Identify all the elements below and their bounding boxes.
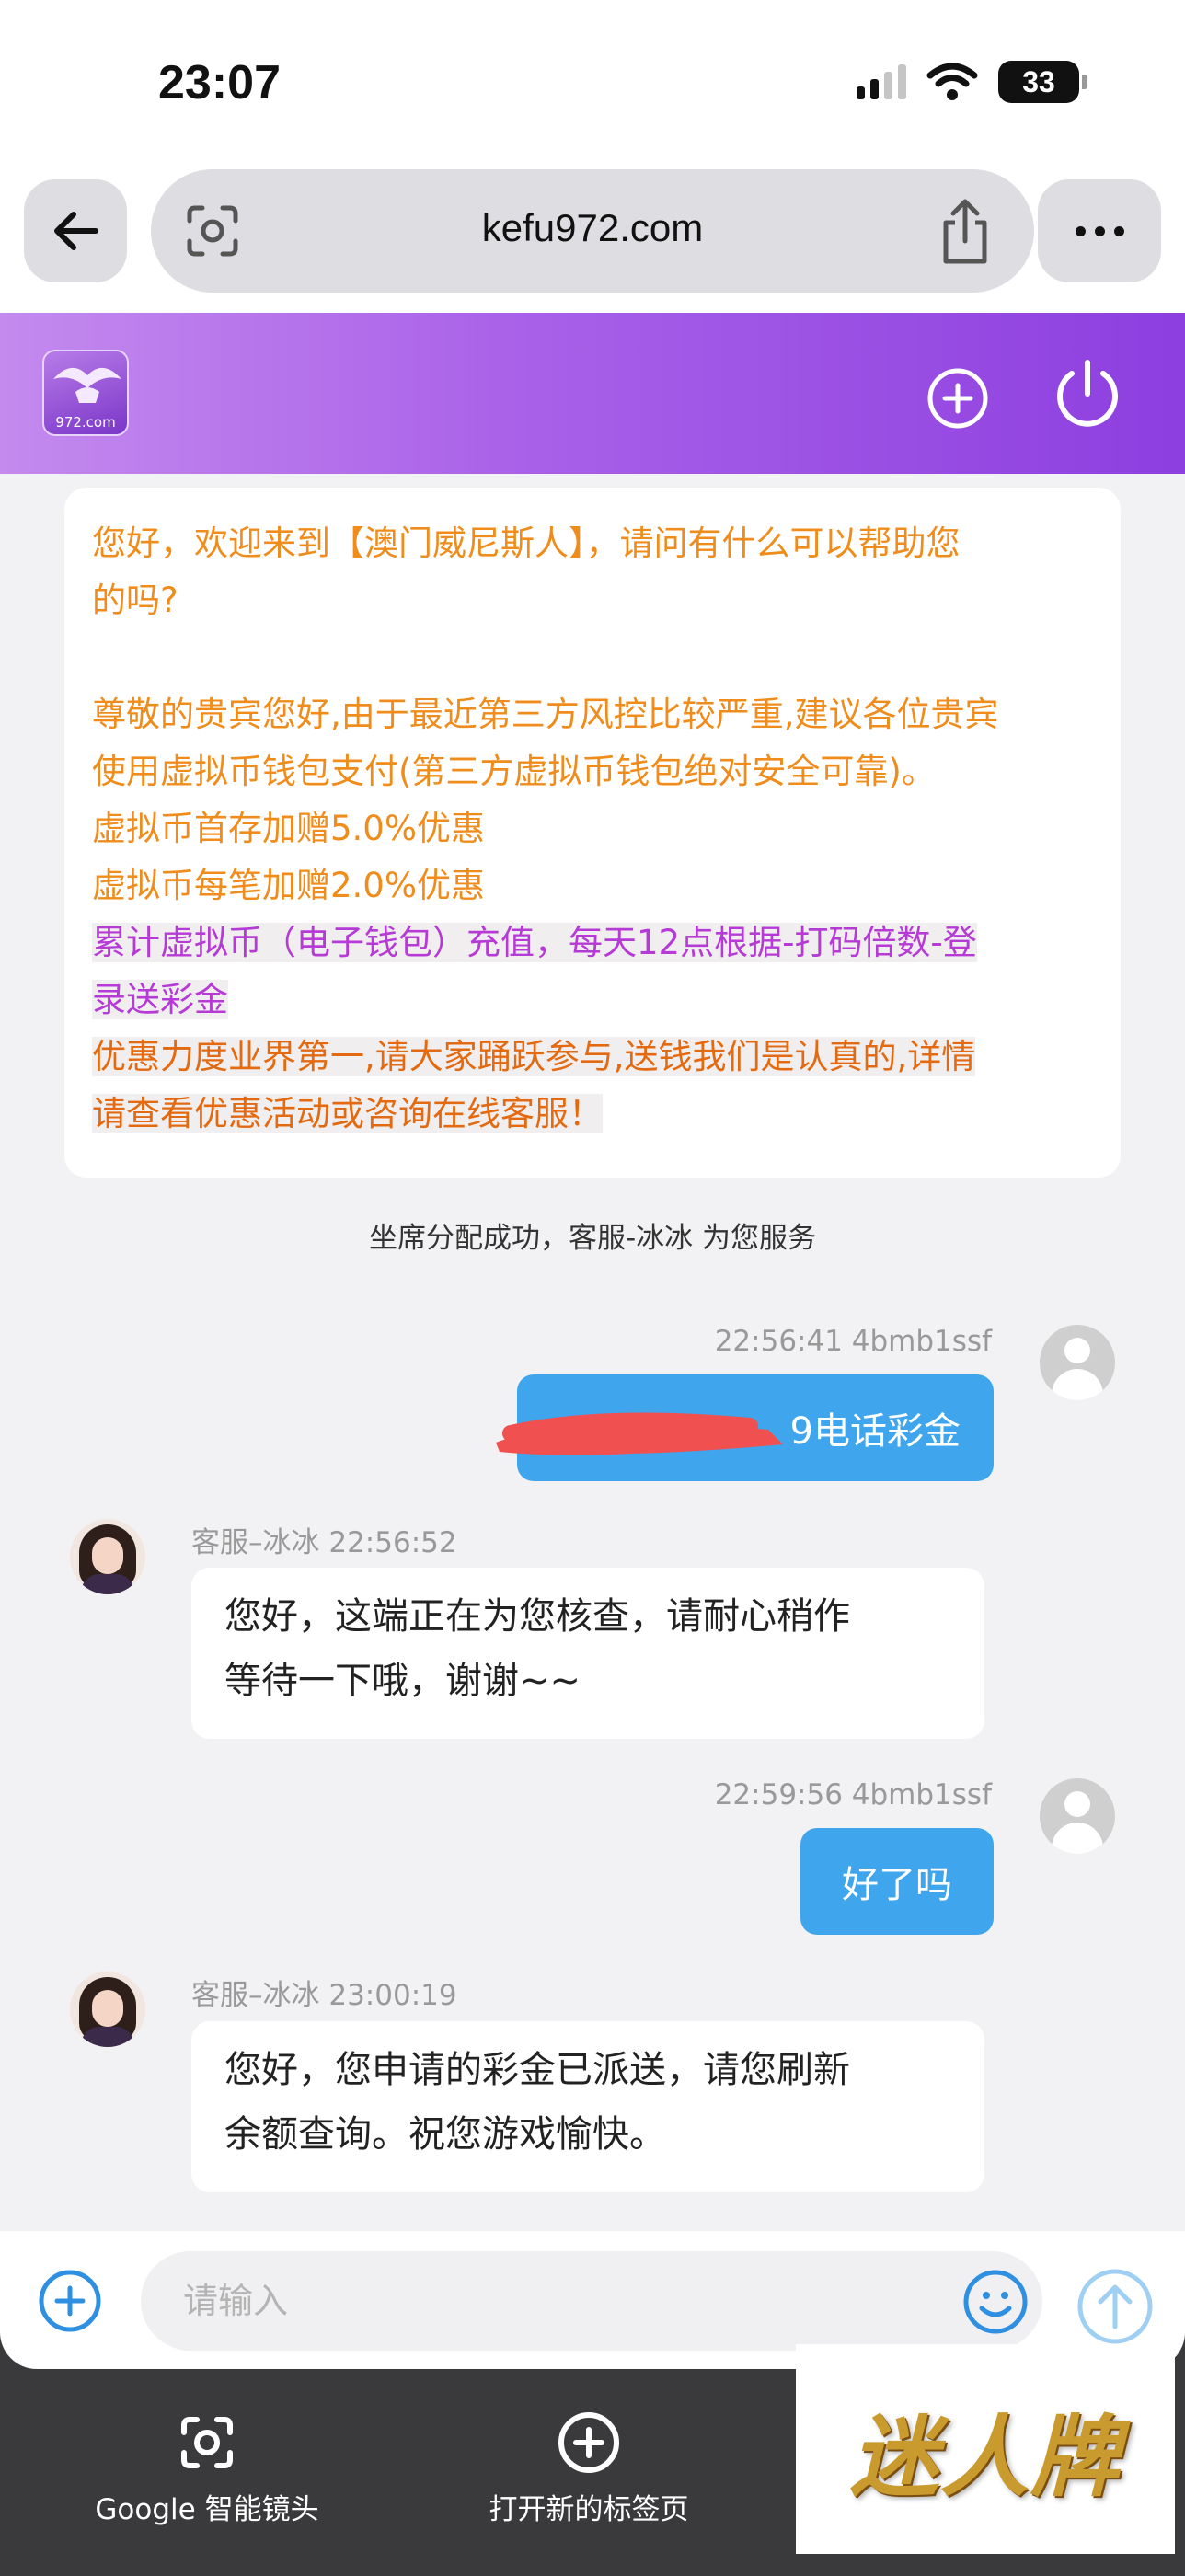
welcome-message-card: 您好，欢迎来到【澳门威尼斯人】，请问有什么可以帮助您 的吗? 尊敬的贵宾您好,由…: [64, 488, 1121, 1178]
message-input[interactable]: [141, 2251, 1042, 2351]
message-text: 余额查询。祝您游戏愉快。: [224, 2113, 666, 2156]
wifi-icon: [926, 63, 978, 100]
promo-text-purple: 录送彩金: [92, 980, 228, 1019]
user-avatar: [1040, 1778, 1115, 1854]
status-icons: 33: [857, 61, 1087, 103]
user-avatar: [1040, 1325, 1115, 1400]
arrow-left-icon: [54, 212, 98, 250]
message-text: 9电话彩金: [789, 1410, 961, 1453]
camera-lens-icon: [181, 2417, 233, 2468]
message-meta: 客服–冰冰 22:56:52: [191, 1526, 457, 1559]
new-tab-button[interactable]: 打开新的标签页: [488, 2410, 690, 2527]
winged-lion-logo-icon: [53, 367, 121, 403]
agent-message-bubble: 您好，这端正在为您核查，请耐心稍作 等待一下哦，谢谢~~: [191, 1568, 984, 1739]
send-arrow-up-icon[interactable]: [1076, 2268, 1154, 2345]
battery-level: 33: [1022, 64, 1055, 98]
promo-text-orange: 优惠力度业界第一,请大家踊跃参与,送钱我们是认真的,详情: [92, 1037, 976, 1076]
status-time: 23:07: [158, 56, 281, 109]
chat-header: 972.com: [0, 313, 1185, 474]
message-meta: 22:56:41 4bmb1ssf: [714, 1325, 992, 1358]
welcome-line: 您好，欢迎来到【澳门威尼斯人】，请问有什么可以帮助您: [92, 523, 961, 563]
system-message: 坐席分配成功，客服-冰冰 为您服务: [368, 1222, 817, 1255]
chat-area[interactable]: 您好，欢迎来到【澳门威尼斯人】，请问有什么可以帮助您 的吗? 尊敬的贵宾您好,由…: [0, 474, 1185, 2231]
add-circle-icon: [558, 2412, 619, 2473]
redaction-scribble: [496, 1412, 783, 1455]
watermark-logo: 迷人牌: [796, 2344, 1175, 2554]
attach-plus-icon[interactable]: [37, 2268, 103, 2334]
url-text: kefu972.com: [481, 206, 704, 249]
logo-text: 972.com: [55, 414, 116, 431]
browser-toolbar: kefu972.com: [0, 166, 1185, 313]
message-text: 您好，您申请的彩金已派送，请您刷新: [224, 2049, 850, 2091]
emoji-icon[interactable]: [961, 2268, 1030, 2336]
message-text: 等待一下哦，谢谢~~: [224, 1660, 581, 1702]
address-bar[interactable]: kefu972.com: [151, 169, 1034, 293]
agent-avatar: [70, 1972, 145, 2047]
message-text: 好了吗: [842, 1864, 952, 1906]
lens-label: Google 智能镜头: [95, 2493, 319, 2526]
welcome-line: 虚拟币每笔加赠2.0%优惠: [92, 866, 485, 905]
agent-avatar: [70, 1519, 145, 1594]
cellular-signal-icon: [857, 64, 906, 99]
new-tab-label: 打开新的标签页: [489, 2493, 689, 2526]
more-menu-button[interactable]: [1038, 179, 1161, 282]
message-meta: 客服–冰冰 23:00:19: [191, 1979, 457, 2012]
agent-message-bubble: 您好，您申请的彩金已派送，请您刷新 余额查询。祝您游戏愉快。: [191, 2021, 984, 2192]
share-icon[interactable]: [933, 197, 997, 267]
power-icon[interactable]: [1052, 357, 1123, 431]
back-button[interactable]: [24, 179, 127, 282]
promo-text-orange: 请查看优惠活动或咨询在线客服！: [92, 1094, 603, 1133]
promo-text-purple: 累计虚拟币（电子钱包）充值，每天12点根据-打码倍数-登: [92, 923, 977, 962]
welcome-line: 虚拟币首存加赠5.0%优惠: [92, 809, 485, 848]
site-logo: 972.com: [42, 350, 129, 436]
welcome-line: 使用虚拟币钱包支付(第三方虚拟币钱包绝对安全可靠)。: [92, 752, 936, 791]
battery-icon: 33: [998, 61, 1087, 103]
user-message-bubble: 好了吗: [800, 1828, 994, 1935]
welcome-line: 尊敬的贵宾您好,由于最近第三方风控比较严重,建议各位贵宾: [92, 695, 999, 734]
welcome-line: 的吗?: [92, 581, 178, 620]
status-bar: 23:07 33: [0, 0, 1185, 166]
google-lens-button[interactable]: Google 智能镜头: [92, 2410, 322, 2527]
message-meta: 22:59:56 4bmb1ssf: [714, 1778, 992, 1811]
watermark-text: 迷人牌: [850, 2404, 1121, 2509]
message-text: 您好，这端正在为您核查，请耐心稍作: [224, 1595, 850, 1638]
add-circle-icon[interactable]: [926, 366, 990, 431]
